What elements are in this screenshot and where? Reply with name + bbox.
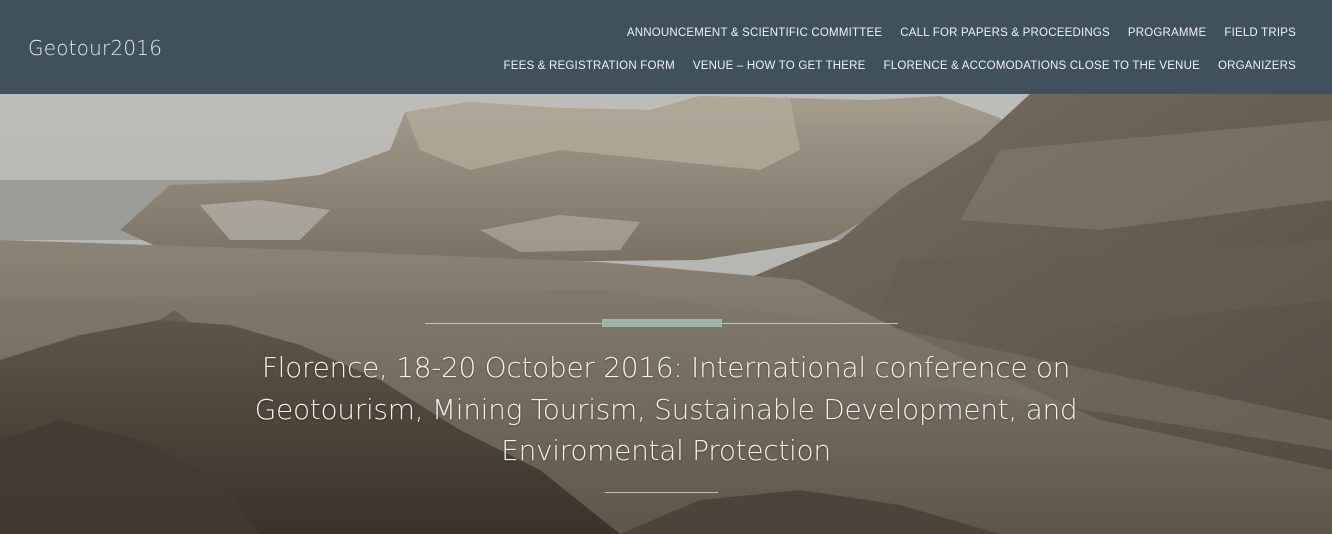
primary-nav-row-1: ANNOUNCEMENT & SCIENTIFIC COMMITTEE CALL… [627,21,1296,40]
nav-item: VENUE – HOW TO GET THERE [693,54,866,73]
nav-link-field-trips[interactable]: FIELD TRIPS [1224,27,1296,39]
nav-link-announcement[interactable]: ANNOUNCEMENT & SCIENTIFIC COMMITTEE [627,27,882,39]
nav-item: CALL FOR PAPERS & PROCEEDINGS [900,21,1110,40]
site-logo-link[interactable]: Geotour2016 [28,36,162,60]
nav-item: ORGANIZERS [1218,54,1296,73]
nav-item: FEES & REGISTRATION FORM [504,54,675,73]
site-header: Geotour2016 ANNOUNCEMENT & SCIENTIFIC CO… [0,0,1332,94]
nav-link-organizers[interactable]: ORGANIZERS [1218,60,1296,72]
nav-link-venue[interactable]: VENUE – HOW TO GET THERE [693,60,866,72]
nav-link-fees-registration[interactable]: FEES & REGISTRATION FORM [504,60,675,72]
nav-link-call-for-papers[interactable]: CALL FOR PAPERS & PROCEEDINGS [900,27,1110,39]
nav-item: PROGRAMME [1128,21,1206,40]
hero-headline: Florence, 18-20 October 2016: Internatio… [254,351,1078,467]
nav-item: FLORENCE & ACCOMODATIONS CLOSE TO THE VE… [884,54,1200,73]
nav-link-programme[interactable]: PROGRAMME [1128,27,1206,39]
nav-link-florence-accomodations[interactable]: FLORENCE & ACCOMODATIONS CLOSE TO THE VE… [884,60,1200,72]
nav-item: FIELD TRIPS [1224,21,1296,40]
hero-divider-line-bottom [605,492,718,493]
nav-item: ANNOUNCEMENT & SCIENTIFIC COMMITTEE [627,21,882,40]
primary-nav-row-2: FEES & REGISTRATION FORM VENUE – HOW TO … [504,54,1296,73]
hero-divider-accent [602,319,722,327]
